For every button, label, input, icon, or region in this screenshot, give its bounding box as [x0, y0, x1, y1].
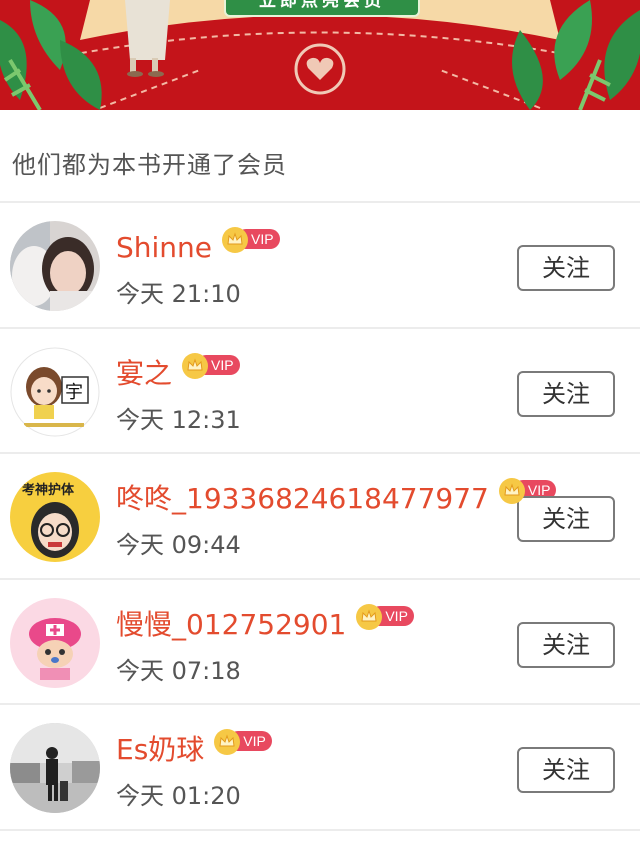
crown-icon — [356, 603, 383, 630]
member-name[interactable]: 宴之 — [116, 351, 172, 397]
member-row[interactable]: Es奶球 VIP 今天 01:20 关注 — [0, 705, 640, 831]
vip-badge: VIP — [222, 227, 280, 253]
activate-membership-button[interactable]: 立即点亮会员 — [224, 0, 420, 17]
avatar-text: 考神护体 — [22, 482, 75, 498]
avatar-street-photo — [10, 723, 100, 813]
member-list: Shinne VIP 今天 21:10 关注 宇 宴之 VIP 今天 12:31 关… — [0, 203, 640, 831]
member-row[interactable]: 考神护体 咚咚_19336824618477977 VIP 今天 09:44 关注 — [0, 454, 640, 580]
member-row[interactable]: 宇 宴之 VIP 今天 12:31 关注 — [0, 329, 640, 454]
member-row[interactable]: 慢慢_012752901 VIP 今天 07:18 关注 — [0, 580, 640, 705]
avatar[interactable] — [10, 221, 100, 311]
section-title: 他们都为本书开通了会员 — [12, 151, 287, 179]
vip-badge: VIP — [356, 603, 414, 630]
avatar[interactable]: 考神护体 — [10, 472, 100, 562]
open-time: 今天 09:44 — [116, 531, 241, 559]
member-name[interactable]: 慢慢_012752901 — [116, 602, 346, 648]
member-row[interactable]: Shinne VIP 今天 21:10 关注 — [0, 203, 640, 329]
member-banner: 立即点亮会员 — [0, 0, 640, 110]
follow-button[interactable]: 关注 — [517, 245, 615, 291]
crown-icon — [214, 729, 241, 755]
follow-button[interactable]: 关注 — [517, 370, 615, 417]
member-name[interactable]: Es奶球 — [116, 727, 204, 773]
crown-icon — [182, 352, 209, 379]
avatar-cartoon-girl: 宇 — [10, 346, 100, 437]
avatar[interactable]: 宇 — [10, 346, 100, 437]
crown-icon — [498, 478, 525, 504]
avatar-cartoon-glasses: 考神护体 — [10, 472, 100, 562]
open-time: 今天 12:31 — [116, 405, 241, 434]
member-name[interactable]: Shinne — [116, 225, 212, 271]
follow-button[interactable]: 关注 — [517, 621, 615, 668]
open-time: 今天 07:18 — [116, 656, 241, 685]
avatar-text: 宇 — [65, 382, 83, 403]
vip-badge: VIP — [214, 729, 272, 755]
avatar[interactable] — [10, 723, 100, 813]
avatar[interactable] — [10, 597, 100, 688]
avatar-cartoon-hat — [10, 597, 100, 688]
crown-icon — [222, 227, 249, 253]
member-name[interactable]: 咚咚_19336824618477977 — [116, 476, 489, 522]
open-time: 今天 01:20 — [116, 782, 241, 810]
vip-badge: VIP — [182, 352, 240, 379]
follow-button[interactable]: 关注 — [517, 496, 615, 542]
open-time: 今天 21:10 — [116, 280, 241, 308]
follow-button[interactable]: 关注 — [517, 747, 615, 793]
avatar-photo-girl-cat — [10, 221, 100, 311]
